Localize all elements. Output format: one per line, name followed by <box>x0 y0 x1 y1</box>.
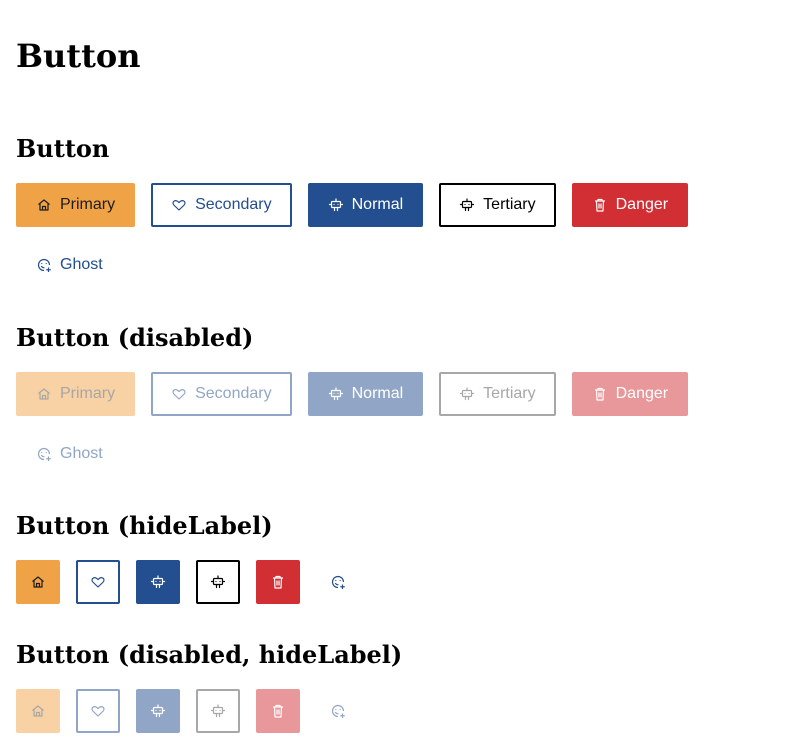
page-title: Button <box>16 37 141 75</box>
danger-icon-button-disabled <box>256 689 300 733</box>
secondary-icon-button[interactable] <box>76 560 120 604</box>
disabled-button-row: Primary Secondary Normal Tertiary Danger <box>16 372 704 416</box>
robot-icon <box>150 703 166 719</box>
tertiary-button-label: Tertiary <box>483 196 536 213</box>
home-icon <box>36 386 52 402</box>
primary-button-disabled: Primary <box>16 372 136 416</box>
button-row-ghost: Ghost <box>16 243 139 287</box>
ghost-button[interactable]: Ghost <box>16 243 123 287</box>
section-heading-disabled-hide-label: Button (disabled, hideLabel) <box>16 640 403 669</box>
home-icon <box>36 197 52 213</box>
section-heading-button: Button <box>16 134 110 163</box>
robot-icon <box>210 703 226 719</box>
tertiary-button[interactable]: Tertiary <box>439 183 556 227</box>
normal-icon-button[interactable] <box>136 560 180 604</box>
home-icon <box>30 703 46 719</box>
trash-icon <box>270 703 286 719</box>
primary-button-label: Primary <box>60 196 116 213</box>
primary-button[interactable]: Primary <box>16 183 136 227</box>
ghost-icon-button[interactable] <box>316 560 360 604</box>
tertiary-icon-button-disabled <box>196 689 240 733</box>
trash-icon <box>592 197 608 213</box>
robot-icon <box>328 386 344 402</box>
face-add-icon <box>36 257 52 273</box>
danger-button-disabled: Danger <box>571 372 689 416</box>
ghost-button-label: Ghost <box>60 445 103 462</box>
tertiary-button-disabled: Tertiary <box>439 372 556 416</box>
robot-icon <box>459 386 475 402</box>
disabled-button-row-ghost: Ghost <box>16 432 139 476</box>
face-add-icon <box>36 446 52 462</box>
secondary-button-label: Secondary <box>195 385 272 402</box>
normal-button-label: Normal <box>351 196 404 213</box>
ghost-button-label: Ghost <box>60 256 103 273</box>
robot-icon <box>459 197 475 213</box>
danger-button-label: Danger <box>615 196 669 213</box>
secondary-button-label: Secondary <box>195 196 272 213</box>
trash-icon <box>592 386 608 402</box>
tertiary-icon-button[interactable] <box>196 560 240 604</box>
heart-icon <box>171 386 187 402</box>
trash-icon <box>270 574 286 590</box>
danger-icon-button[interactable] <box>256 560 300 604</box>
normal-button[interactable]: Normal <box>307 183 424 227</box>
button-row: Primary Secondary Normal Tertiary Danger <box>16 183 704 227</box>
ghost-button-disabled: Ghost <box>16 432 123 476</box>
disabled-icon-button-row <box>16 689 376 733</box>
ghost-icon-button-disabled <box>316 689 360 733</box>
robot-icon <box>150 574 166 590</box>
danger-button[interactable]: Danger <box>571 183 689 227</box>
primary-icon-button-disabled <box>16 689 60 733</box>
section-heading-disabled: Button (disabled) <box>16 323 254 352</box>
icon-button-row <box>16 560 376 604</box>
secondary-button-disabled: Secondary <box>151 372 292 416</box>
secondary-icon-button-disabled <box>76 689 120 733</box>
face-add-icon <box>330 574 346 590</box>
danger-button-label: Danger <box>615 385 669 402</box>
normal-button-disabled: Normal <box>307 372 424 416</box>
heart-icon <box>90 703 106 719</box>
robot-icon <box>210 574 226 590</box>
normal-icon-button-disabled <box>136 689 180 733</box>
heart-icon <box>90 574 106 590</box>
normal-button-label: Normal <box>351 385 404 402</box>
secondary-button[interactable]: Secondary <box>151 183 292 227</box>
face-add-icon <box>330 703 346 719</box>
home-icon <box>30 574 46 590</box>
robot-icon <box>328 197 344 213</box>
primary-button-label: Primary <box>60 385 116 402</box>
tertiary-button-label: Tertiary <box>483 385 536 402</box>
section-heading-hide-label: Button (hideLabel) <box>16 511 273 540</box>
primary-icon-button[interactable] <box>16 560 60 604</box>
heart-icon <box>171 197 187 213</box>
